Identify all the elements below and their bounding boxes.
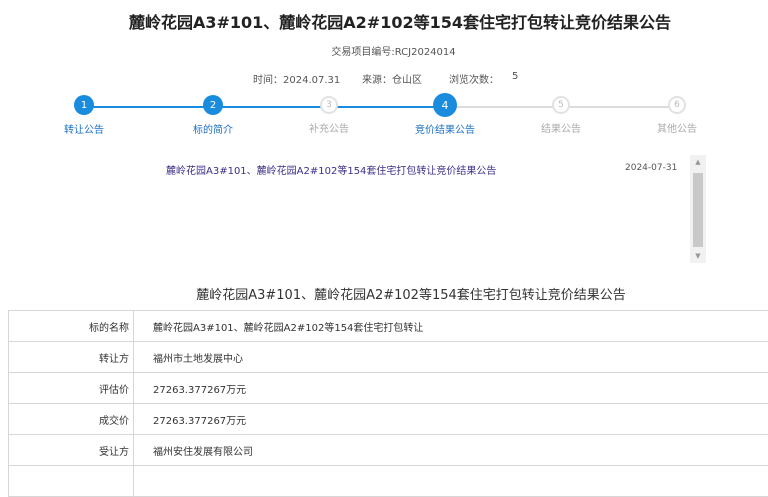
list-item[interactable]: 麓岭花园A3#101、麓岭花园A2#102等154套住宅打包转让竞价结果公告 2… [160, 155, 680, 179]
table-row [9, 466, 768, 497]
step-other-announcements[interactable]: 6 其他公告 [642, 95, 712, 135]
row-label: 评估价 [9, 373, 134, 404]
row-label: 转让方 [9, 342, 134, 373]
step-label: 竞价结果公告 [410, 121, 480, 136]
row-label: 成交价 [9, 404, 134, 435]
row-value: 27263.377267万元 [134, 404, 768, 435]
row-value [134, 466, 768, 497]
scroll-down-arrow-icon[interactable]: ▼ [690, 249, 706, 263]
row-label: 受让方 [9, 435, 134, 466]
result-heading: 麓岭花园A3#101、麓岭花园A2#102等154套住宅打包转让竞价结果公告 [0, 284, 768, 303]
step-number-badge: 3 [320, 96, 338, 114]
step-label: 转让公告 [49, 121, 119, 136]
step-number-badge: 2 [203, 95, 223, 115]
project-number: 交易项目编号:RCJ2024014 [0, 43, 768, 58]
publish-time: 时间：2024.07.31 [253, 71, 340, 86]
step-label: 标的简介 [178, 121, 248, 136]
table-row: 评估价 27263.377267万元 [9, 373, 768, 404]
scroll-up-arrow-icon[interactable]: ▲ [690, 155, 706, 169]
announcement-list: 麓岭花园A3#101、麓岭花园A2#102等154套住宅打包转让竞价结果公告 2… [160, 155, 680, 260]
step-number-badge: 6 [668, 96, 686, 114]
step-label: 其他公告 [642, 120, 712, 135]
step-number-badge: 1 [74, 95, 94, 115]
step-number-badge: 5 [552, 96, 570, 114]
row-value: 福州市土地发展中心 [134, 342, 768, 373]
views-label: 浏览次数： [449, 71, 499, 86]
source: 来源：仓山区 [362, 71, 422, 86]
table-row: 受让方 福州安住发展有限公司 [9, 435, 768, 466]
announcement-date: 2024-07-31 [625, 163, 677, 173]
step-transfer-announcement[interactable]: 1 转让公告 [49, 95, 119, 136]
row-value: 麓岭花园A3#101、麓岭花园A2#102等154套住宅打包转让 [134, 311, 768, 342]
scrollbar-thumb[interactable] [693, 173, 703, 247]
step-supplementary-announcement[interactable]: 3 补充公告 [294, 95, 364, 135]
row-label [9, 466, 134, 497]
table-row: 转让方 福州市土地发展中心 [9, 342, 768, 373]
announcement-link[interactable]: 麓岭花园A3#101、麓岭花园A2#102等154套住宅打包转让竞价结果公告 [166, 162, 496, 177]
step-label: 结果公告 [526, 120, 596, 135]
step-bidding-result[interactable]: 4 竞价结果公告 [410, 95, 480, 136]
row-label: 标的名称 [9, 311, 134, 342]
page-title: 麓岭花园A3#101、麓岭花园A2#102等154套住宅打包转让竞价结果公告 [0, 9, 768, 33]
views-count: 5 [512, 71, 518, 82]
row-value: 福州安住发展有限公司 [134, 435, 768, 466]
table-row: 成交价 27263.377267万元 [9, 404, 768, 435]
result-table: 标的名称 麓岭花园A3#101、麓岭花园A2#102等154套住宅打包转让 转让… [8, 310, 768, 497]
row-value: 27263.377267万元 [134, 373, 768, 404]
table-row: 标的名称 麓岭花园A3#101、麓岭花园A2#102等154套住宅打包转让 [9, 311, 768, 342]
step-number-badge: 4 [433, 93, 457, 117]
process-stepper: 1 转让公告 2 标的简介 3 补充公告 4 竞价结果公告 5 结果公告 6 其… [0, 93, 768, 138]
list-scrollbar[interactable]: ▲ ▼ [690, 155, 706, 263]
step-subject-intro[interactable]: 2 标的简介 [178, 95, 248, 136]
step-label: 补充公告 [294, 120, 364, 135]
step-result-announcement[interactable]: 5 结果公告 [526, 95, 596, 135]
